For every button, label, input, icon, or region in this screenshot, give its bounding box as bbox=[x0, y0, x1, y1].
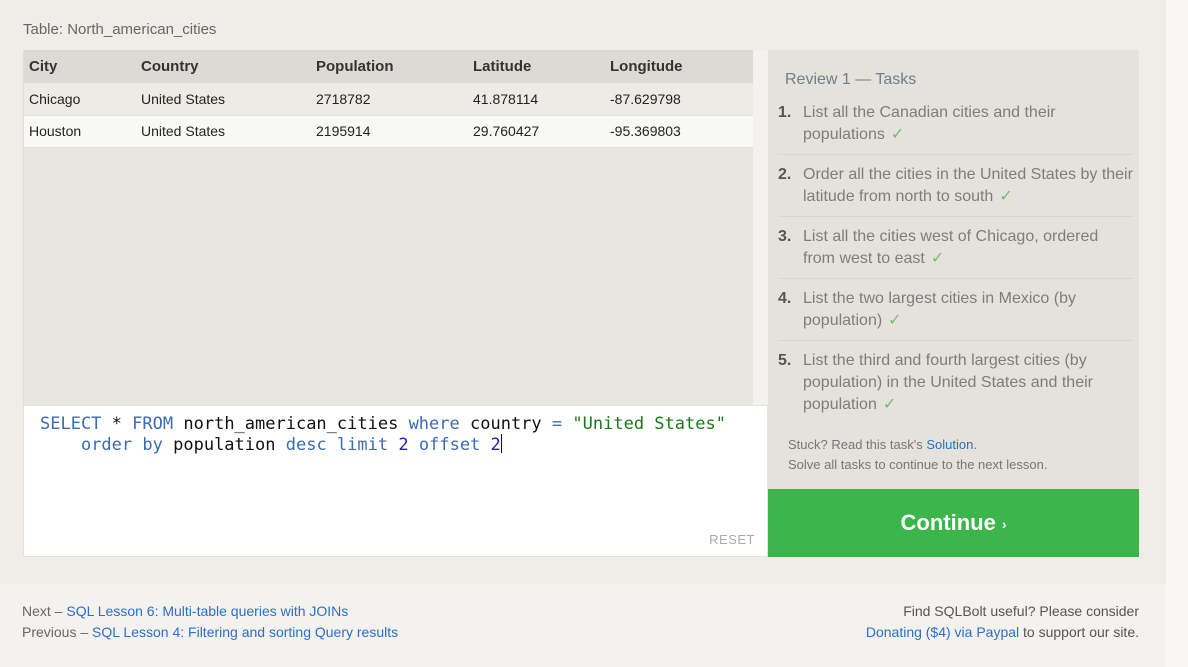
code-keyword: desc bbox=[285, 435, 327, 455]
stuck-help: Stuck? Read this task's Solution. Solve … bbox=[788, 435, 1047, 475]
code-keyword: SELECT bbox=[40, 414, 102, 434]
cell-latitude: 41.878114 bbox=[468, 83, 605, 116]
checkmark-icon: ✓ bbox=[882, 396, 897, 413]
tasks-panel: Review 1 — Tasks 1. List all the Canadia… bbox=[768, 50, 1139, 489]
column-header-latitude: Latitude bbox=[473, 58, 532, 75]
donation-link-line: Donating ($4) via Paypal to support our … bbox=[866, 622, 1139, 643]
tasks-list: 1. List all the Canadian cities and thei… bbox=[778, 102, 1133, 433]
lesson-main: Table: North_american_cities City Countr… bbox=[0, 0, 1166, 584]
checkmark-icon: ✓ bbox=[890, 126, 905, 143]
results-table: City Country Population Latitude Longitu… bbox=[24, 50, 754, 148]
code-number: 2 bbox=[490, 435, 501, 455]
code-keyword: offset bbox=[418, 435, 481, 455]
code-identifier: north_american_cities bbox=[183, 414, 399, 434]
previous-lesson-link[interactable]: SQL Lesson 4: Filtering and sorting Quer… bbox=[92, 624, 398, 640]
table-row: Chicago United States 2718782 41.878114 … bbox=[24, 83, 754, 116]
next-lesson-line: Next – SQL Lesson 6: Multi-table queries… bbox=[22, 601, 398, 622]
donation-suffix: to support our site. bbox=[1019, 624, 1139, 640]
code-keyword: by bbox=[142, 435, 163, 455]
cell-population: 2718782 bbox=[311, 83, 468, 116]
code-keyword: limit bbox=[336, 435, 389, 455]
table-row: Houston United States 2195914 29.760427 … bbox=[24, 115, 754, 148]
donation-note: Find SQLBolt useful? Please consider Don… bbox=[866, 601, 1139, 643]
checkmark-icon: ✓ bbox=[888, 312, 902, 329]
page-gutter bbox=[1166, 0, 1188, 667]
task-item: 5. List the third and fourth largest cit… bbox=[778, 350, 1133, 424]
column-header-population: Population bbox=[316, 58, 394, 75]
results-table-container: City Country Population Latitude Longitu… bbox=[23, 50, 754, 405]
code-number: 2 bbox=[398, 435, 409, 455]
task-number: 1. bbox=[778, 104, 792, 121]
checkmark-icon: ✓ bbox=[930, 250, 945, 267]
stuck-prefix: Stuck? Read this task's bbox=[788, 437, 927, 452]
task-item: 2. Order all the cities in the United St… bbox=[778, 164, 1133, 217]
cell-longitude: -95.369803 bbox=[605, 115, 754, 148]
column-header-country: Country bbox=[141, 58, 199, 75]
cell-city: Chicago bbox=[24, 83, 136, 116]
table-header-row: City Country Population Latitude Longitu… bbox=[24, 50, 754, 83]
task-text: List all the Canadian cities and their p… bbox=[803, 104, 1056, 143]
stuck-suffix: . bbox=[973, 437, 977, 452]
column-header-city: City bbox=[29, 58, 58, 75]
task-text: List the two largest cities in Mexico (b… bbox=[803, 290, 1076, 329]
reset-button[interactable]: RESET bbox=[709, 532, 755, 547]
lesson-navigation: Next – SQL Lesson 6: Multi-table queries… bbox=[22, 601, 398, 643]
panel-divider bbox=[753, 50, 768, 405]
cell-country: United States bbox=[136, 83, 311, 116]
code-string: "United States" bbox=[572, 414, 726, 434]
cell-city: Houston bbox=[24, 115, 136, 148]
tasks-title: Review 1 — Tasks bbox=[785, 71, 917, 88]
next-lesson-link[interactable]: SQL Lesson 6: Multi-table queries with J… bbox=[66, 603, 348, 619]
code-operator: = bbox=[551, 414, 563, 434]
task-item: 1. List all the Canadian cities and thei… bbox=[778, 102, 1133, 155]
code-keyword: FROM bbox=[132, 414, 174, 434]
code-identifier: population bbox=[173, 435, 276, 455]
cell-population: 2195914 bbox=[311, 115, 468, 148]
stuck-line: Stuck? Read this task's Solution. bbox=[788, 435, 1047, 455]
code-keyword: where bbox=[408, 414, 460, 434]
task-number: 5. bbox=[778, 352, 792, 369]
previous-lesson-line: Previous – SQL Lesson 4: Filtering and s… bbox=[22, 622, 398, 643]
cell-latitude: 29.760427 bbox=[468, 115, 605, 148]
task-item: 3. List all the cities west of Chicago, … bbox=[778, 226, 1133, 279]
text-cursor bbox=[500, 434, 502, 453]
continue-label: Continue bbox=[900, 510, 996, 535]
task-number: 4. bbox=[778, 290, 792, 307]
task-text: List all the cities west of Chicago, ord… bbox=[803, 228, 1099, 267]
cell-country: United States bbox=[136, 115, 311, 148]
sql-query-editor[interactable]: SELECT * FROM north_american_cities wher… bbox=[23, 405, 768, 557]
task-number: 3. bbox=[778, 228, 792, 245]
task-text: Order all the cities in the United State… bbox=[803, 166, 1133, 205]
column-header-longitude: Longitude bbox=[610, 58, 683, 75]
previous-prefix: Previous – bbox=[22, 624, 93, 640]
chevron-right-icon: › bbox=[1001, 516, 1007, 532]
continue-button[interactable]: Continue › bbox=[768, 489, 1139, 557]
solution-link[interactable]: Solution bbox=[926, 437, 973, 452]
task-number: 2. bbox=[778, 166, 792, 183]
table-label: Table: North_american_cities bbox=[23, 21, 217, 38]
checkmark-icon: ✓ bbox=[999, 188, 1013, 205]
code-identifier: country bbox=[470, 414, 542, 434]
code-keyword: order bbox=[80, 435, 133, 455]
task-item: 4. List the two largest cities in Mexico… bbox=[778, 288, 1133, 341]
donate-link[interactable]: Donating ($4) via Paypal bbox=[866, 624, 1019, 640]
cell-longitude: -87.629798 bbox=[605, 83, 754, 116]
task-text: List the third and fourth largest cities… bbox=[803, 352, 1093, 413]
code-operator: * bbox=[111, 414, 122, 434]
donation-line: Find SQLBolt useful? Please consider bbox=[903, 603, 1139, 619]
solve-note: Solve all tasks to continue to the next … bbox=[788, 457, 1048, 472]
next-prefix: Next – bbox=[22, 603, 67, 619]
sql-code[interactable]: SELECT * FROM north_american_cities wher… bbox=[40, 414, 726, 455]
